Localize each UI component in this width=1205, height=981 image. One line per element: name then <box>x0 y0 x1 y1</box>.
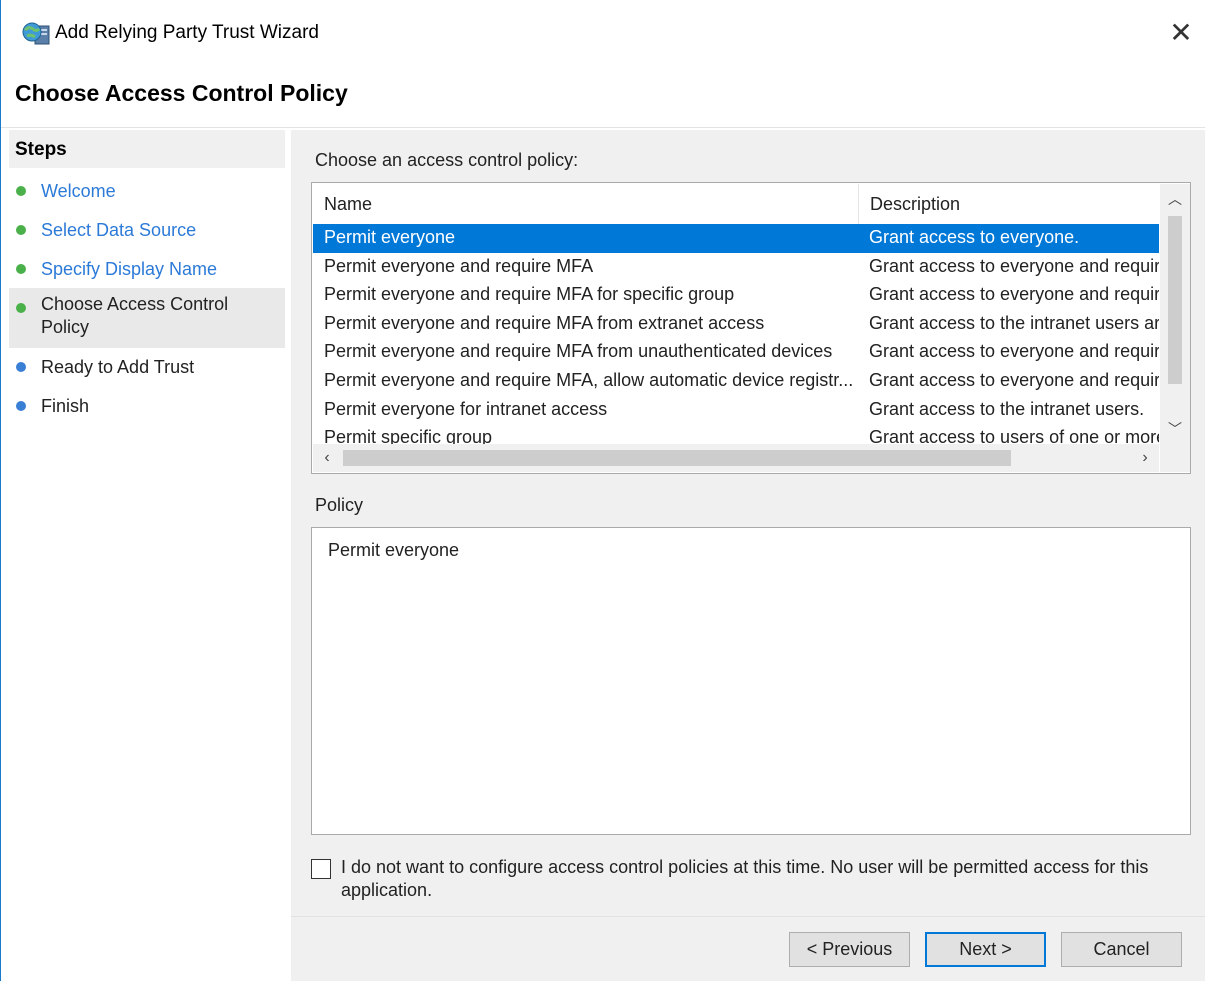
row-name: Permit specific group <box>324 427 493 444</box>
step-specify-display-name[interactable]: Specify Display Name <box>9 254 285 284</box>
list-row[interactable]: Permit everyone for intranet access Gran… <box>313 396 1159 425</box>
list-row[interactable]: Permit everyone and require MFA from una… <box>313 338 1159 367</box>
column-header-name[interactable]: Name <box>313 184 859 224</box>
step-current-dot-icon <box>16 303 26 313</box>
policy-preview-text: Permit everyone <box>328 540 460 560</box>
list-row[interactable]: Permit everyone and require MFA Grant ac… <box>313 253 1159 282</box>
window-title: Add Relying Party Trust Wizard <box>55 22 319 43</box>
row-name: Permit everyone for intranet access <box>324 398 608 419</box>
next-button[interactable]: Next > <box>925 932 1046 967</box>
column-header-description[interactable]: Description <box>859 184 1159 224</box>
list-header: Name Description <box>313 184 1159 224</box>
row-description: Grant access to everyone and requir <box>869 284 1159 305</box>
chevron-down-icon[interactable]: ﹀ <box>1160 414 1190 444</box>
row-name: Permit everyone and require MFA for spec… <box>324 284 735 305</box>
content-panel: Choose an access control policy: Name De… <box>291 130 1205 981</box>
step-ready-to-add-trust[interactable]: Ready to Add Trust <box>9 352 285 382</box>
row-description: Grant access to everyone and requir <box>869 255 1159 276</box>
step-complete-dot-icon <box>16 264 26 274</box>
list-row[interactable]: Permit everyone and require MFA, allow a… <box>313 367 1159 396</box>
policy-preview-box: Permit everyone <box>311 527 1191 835</box>
vertical-scrollbar[interactable]: ︿ ﹀ <box>1160 184 1190 444</box>
chevron-right-icon[interactable]: › <box>1131 444 1159 472</box>
step-complete-dot-icon <box>16 225 26 235</box>
list-row[interactable]: Permit specific group Grant access to us… <box>313 424 1159 444</box>
row-name: Permit everyone and require MFA from ext… <box>324 312 765 333</box>
row-description: Grant access to the intranet users ar <box>869 312 1159 333</box>
title-bar: Add Relying Party Trust Wizard ✕ <box>1 0 1205 70</box>
chevron-up-icon[interactable]: ︿ <box>1160 184 1190 214</box>
close-button[interactable]: ✕ <box>1159 14 1203 52</box>
page-title: Choose Access Control Policy <box>15 80 348 106</box>
steps-header-label: Steps <box>15 139 67 160</box>
row-description: Grant access to everyone and requir <box>869 369 1159 390</box>
row-description: Grant access to users of one or more <box>869 427 1159 444</box>
step-select-data-source[interactable]: Select Data Source <box>9 215 285 245</box>
horizontal-scroll-thumb[interactable] <box>343 450 1011 466</box>
row-name: Permit everyone and require MFA, allow a… <box>324 369 854 390</box>
list-body: Permit everyone Grant access to everyone… <box>313 224 1159 444</box>
step-complete-dot-icon <box>16 186 26 196</box>
step-label: Finish <box>41 396 90 416</box>
header-divider <box>1 127 1205 128</box>
policy-list[interactable]: Name Description Permit everyone Grant a… <box>311 182 1191 474</box>
scrollbar-corner <box>1160 444 1190 472</box>
list-row[interactable]: Permit everyone and require MFA from ext… <box>313 310 1159 339</box>
row-name: Permit everyone and require MFA from una… <box>324 341 833 362</box>
step-label: Select Data Source <box>41 220 197 240</box>
step-label-line2: Policy <box>41 317 90 337</box>
steps-panel: Steps Welcome Select Data Source Specify… <box>9 130 285 981</box>
step-finish[interactable]: Finish <box>9 391 285 421</box>
footer-divider <box>291 916 1205 917</box>
row-description: Grant access to everyone and requir <box>869 341 1159 362</box>
cancel-button[interactable]: Cancel <box>1061 932 1182 967</box>
row-description: Grant access to the intranet users. <box>869 398 1145 419</box>
skip-policy-checkbox[interactable] <box>311 859 331 879</box>
skip-policy-checkbox-label[interactable]: I do not want to configure access contro… <box>341 856 1161 902</box>
row-name: Permit everyone <box>324 227 456 247</box>
previous-button[interactable]: < Previous <box>789 932 910 967</box>
step-label: Ready to Add Trust <box>41 357 195 377</box>
close-icon: ✕ <box>1169 17 1193 48</box>
horizontal-scrollbar[interactable]: ‹ › <box>313 444 1159 472</box>
row-name: Permit everyone and require MFA <box>324 255 594 276</box>
list-row[interactable]: Permit everyone and require MFA for spec… <box>313 281 1159 310</box>
step-label: Specify Display Name <box>41 259 218 279</box>
step-choose-access-control-policy[interactable]: Choose Access Control Policy <box>9 288 285 348</box>
choose-policy-label: Choose an access control policy: <box>315 150 579 170</box>
row-description: Grant access to everyone. <box>869 227 1080 247</box>
step-pending-dot-icon <box>16 362 26 372</box>
step-pending-dot-icon <box>16 401 26 411</box>
step-label: Welcome <box>41 181 116 201</box>
policy-label: Policy <box>315 495 364 515</box>
relying-party-globe-icon <box>22 22 50 45</box>
chevron-left-icon[interactable]: ‹ <box>313 444 341 472</box>
step-label-line1: Choose Access Control <box>41 294 229 314</box>
list-row[interactable]: Permit everyone Grant access to everyone… <box>313 224 1159 253</box>
wizard-window: Add Relying Party Trust Wizard ✕ Choose … <box>0 0 1205 981</box>
step-welcome[interactable]: Welcome <box>9 176 285 206</box>
steps-header: Steps <box>9 130 285 168</box>
vertical-scroll-thumb[interactable] <box>1168 216 1182 384</box>
